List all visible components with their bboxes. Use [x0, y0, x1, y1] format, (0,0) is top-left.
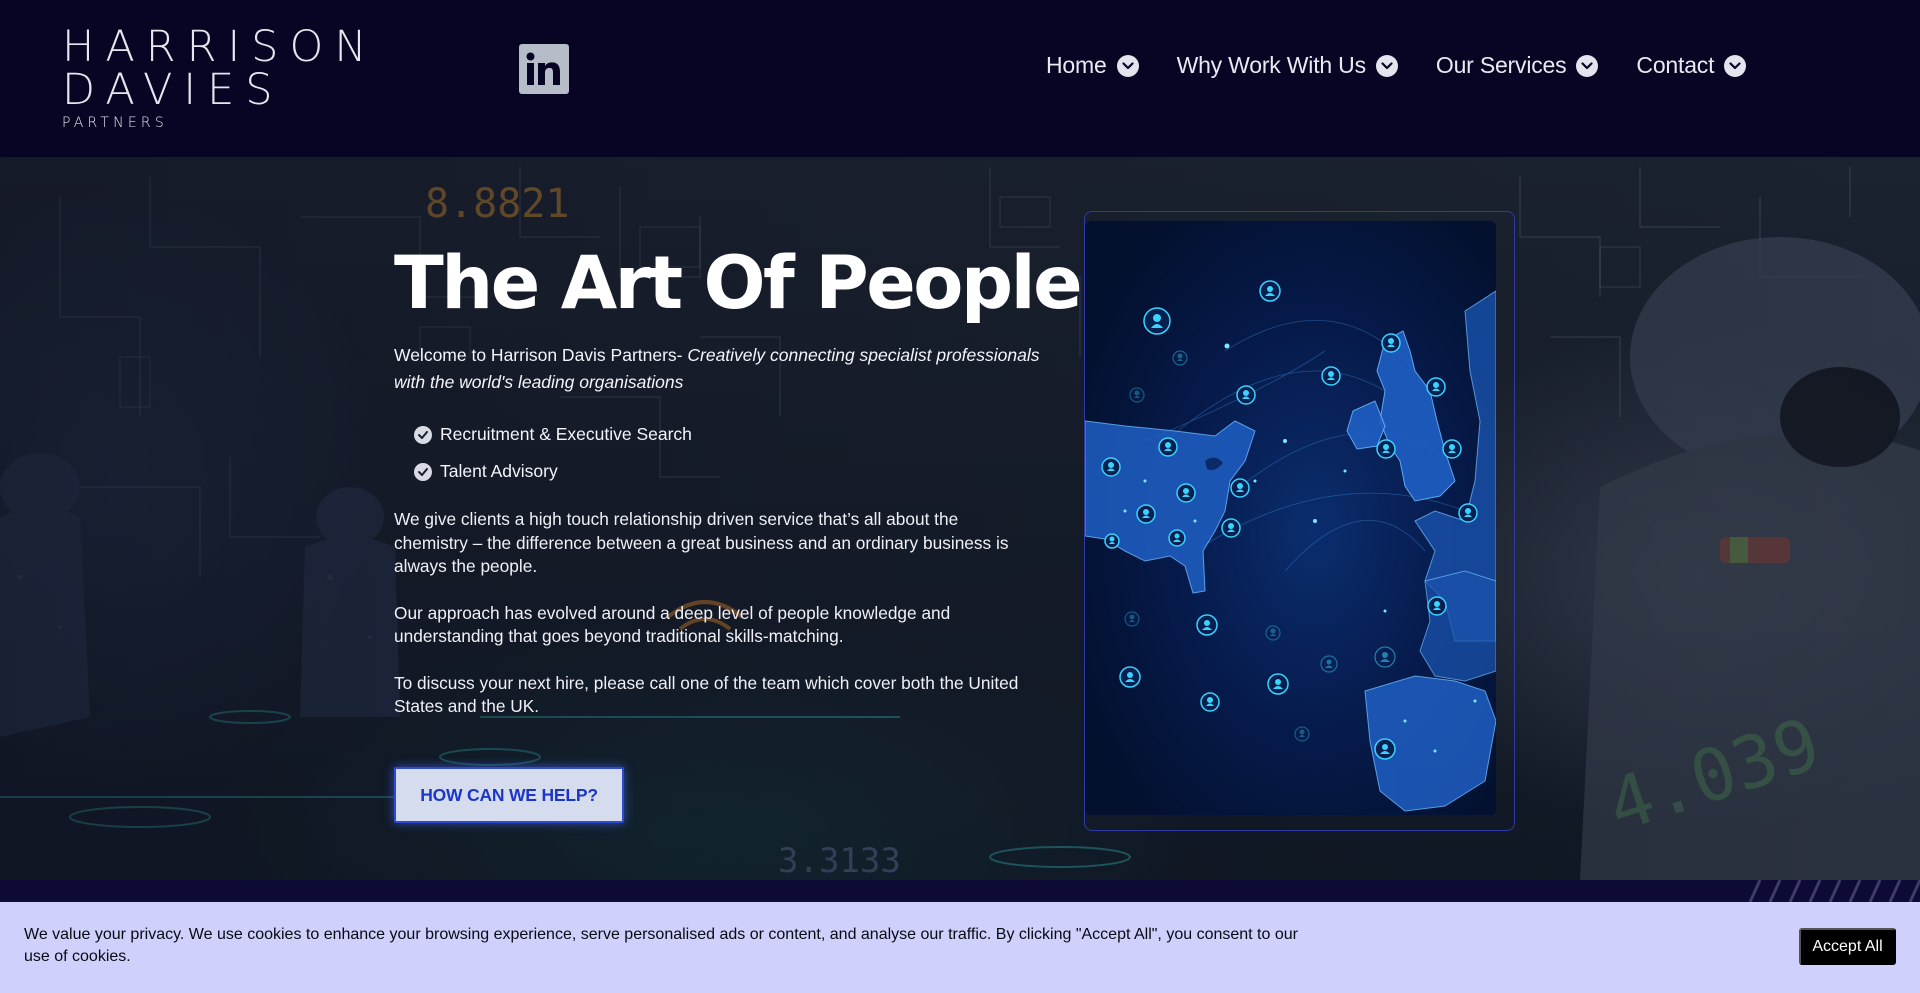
service-checklist: Recruitment & Executive Search Talent Ad…	[394, 416, 1044, 490]
hero-intro: Welcome to Harrison Davis Partners- Crea…	[394, 342, 1044, 396]
nav-item-label: Home	[1046, 52, 1107, 78]
chevron-down-icon[interactable]	[1375, 54, 1398, 77]
logo-line-davies: DAVIES	[62, 65, 284, 115]
chevron-down-icon[interactable]	[1724, 54, 1747, 77]
nav-item-contact[interactable]: Contact	[1636, 52, 1747, 79]
network-map-image	[1085, 221, 1496, 815]
chevron-down-icon[interactable]	[1116, 54, 1139, 77]
list-item: Recruitment & Executive Search	[394, 416, 1044, 453]
cookie-consent-bar: We value your privacy. We use cookies to…	[0, 902, 1920, 993]
hero-content: The Art Of People Welcome to Harrison Da…	[394, 241, 1083, 719]
linkedin-icon[interactable]	[519, 44, 569, 94]
nav-item-label: Why Work With Us	[1176, 52, 1367, 78]
hero-paragraph-contact: To discuss your next hire, please call o…	[394, 672, 1019, 717]
check-circle-icon	[414, 462, 432, 481]
main-nav: Home Why Work With Us Our Services Conta…	[1046, 52, 1784, 79]
nav-item-why-work-with-us[interactable]: Why Work With Us	[1177, 52, 1398, 79]
chevron-down-icon[interactable]	[1576, 54, 1599, 77]
nav-item-home[interactable]: Home	[1046, 52, 1139, 79]
how-can-we-help-button[interactable]: HOW CAN WE HELP?	[394, 767, 624, 823]
hero-bottom-strip	[0, 880, 1920, 902]
nav-item-label: Contact	[1636, 52, 1715, 78]
hero-intro-plain: Welcome to Harrison Davis Partners-	[394, 345, 688, 365]
nav-item-our-services[interactable]: Our Services	[1436, 52, 1599, 79]
checklist-label: Recruitment & Executive Search	[440, 424, 692, 444]
site-header: HARRISON DAVIES PARTNERS Home Why Work W…	[0, 0, 1920, 157]
cookie-consent-text: We value your privacy. We use cookies to…	[24, 926, 1298, 965]
hero-title: The Art Of People	[394, 241, 1083, 326]
hero-paragraph-approach: Our approach has evolved around a deep l…	[394, 602, 951, 647]
checklist-label: Talent Advisory	[440, 461, 558, 481]
nav-item-label: Our Services	[1435, 52, 1567, 78]
logo-line-harrison: HARRISON	[62, 22, 378, 72]
list-item: Talent Advisory	[394, 453, 1044, 490]
logo-line-partners: PARTNERS	[62, 115, 168, 131]
hero-paragraph-chemistry: We give clients a high touch relationshi…	[394, 509, 1009, 576]
check-circle-icon	[414, 425, 432, 444]
harrison-davies-logo[interactable]: HARRISON DAVIES PARTNERS	[62, 22, 378, 131]
accept-all-button[interactable]: Accept All	[1799, 928, 1896, 965]
